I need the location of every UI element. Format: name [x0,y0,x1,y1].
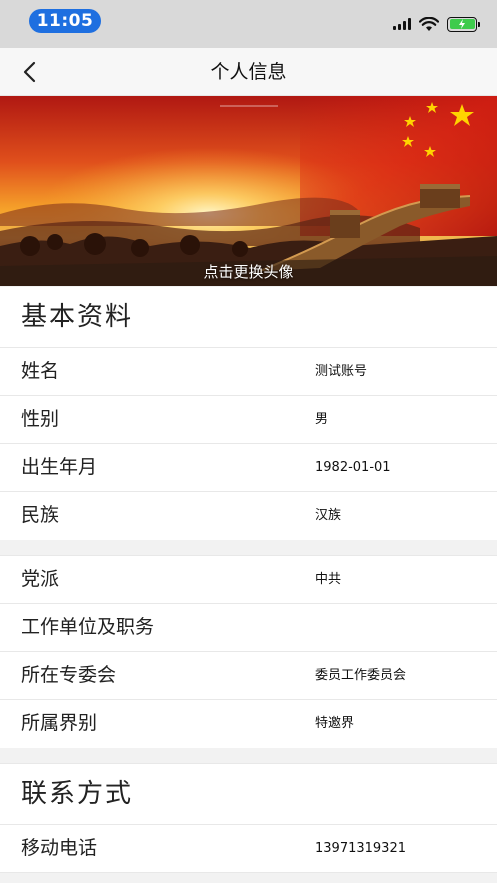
page-title: 个人信息 [210,61,287,83]
row-label: 党派 [21,568,60,590]
back-chevron-icon [23,61,36,83]
status-time: 11:05 [29,9,101,33]
row-label: 民族 [21,504,60,526]
signal-icon [393,18,411,30]
change-avatar-caption[interactable]: 点击更换头像 [0,261,497,282]
row-mobile-phone[interactable]: 移动电话 13971319321 [0,825,497,873]
back-button[interactable] [12,56,48,88]
row-party[interactable]: 党派 中共 [0,556,497,604]
row-label: 所属界别 [21,712,98,734]
section-title-basic: 基本资料 [0,287,497,348]
contact-section: 联系方式 移动电话 13971319321 [0,763,497,873]
row-birth-date[interactable]: 出生年月 1982-01-01 [0,444,497,492]
row-value: 委员工作委员会 [315,668,407,683]
row-value: 1982-01-01 [315,460,391,475]
status-bar: 11:05 [0,0,497,48]
row-value: 男 [315,412,329,427]
row-label: 性别 [21,408,60,430]
battery-icon [447,16,480,32]
work-info-section: 党派 中共 工作单位及职务 所在专委会 委员工作委员会 所属界别 特邀界 [0,555,497,748]
row-label: 工作单位及职务 [21,616,155,638]
status-icons [393,15,480,33]
row-name[interactable]: 姓名 测试账号 [0,348,497,396]
section-title-contact: 联系方式 [0,764,497,825]
row-workplace-position[interactable]: 工作单位及职务 [0,604,497,652]
great-wall-sunset-image [0,96,497,286]
row-sector[interactable]: 所属界别 特邀界 [0,700,497,748]
row-label: 移动电话 [21,837,98,859]
row-value: 中共 [315,572,342,587]
row-value: 测试账号 [315,364,368,379]
basic-info-section: 基本资料 姓名 测试账号 性别 男 出生年月 1982-01-01 民族 汉族 [0,287,497,540]
row-ethnicity[interactable]: 民族 汉族 [0,492,497,540]
row-committee[interactable]: 所在专委会 委员工作委员会 [0,652,497,700]
avatar-banner[interactable]: 点击更换头像 [0,96,497,286]
row-label: 所在专委会 [21,664,117,686]
row-value: 汉族 [315,508,342,523]
row-label: 姓名 [21,360,60,382]
row-label: 出生年月 [21,456,98,478]
nav-bar: 个人信息 [0,48,497,96]
row-value: 特邀界 [315,716,355,731]
row-value: 13971319321 [315,841,406,856]
row-gender[interactable]: 性别 男 [0,396,497,444]
wifi-icon [419,16,439,31]
